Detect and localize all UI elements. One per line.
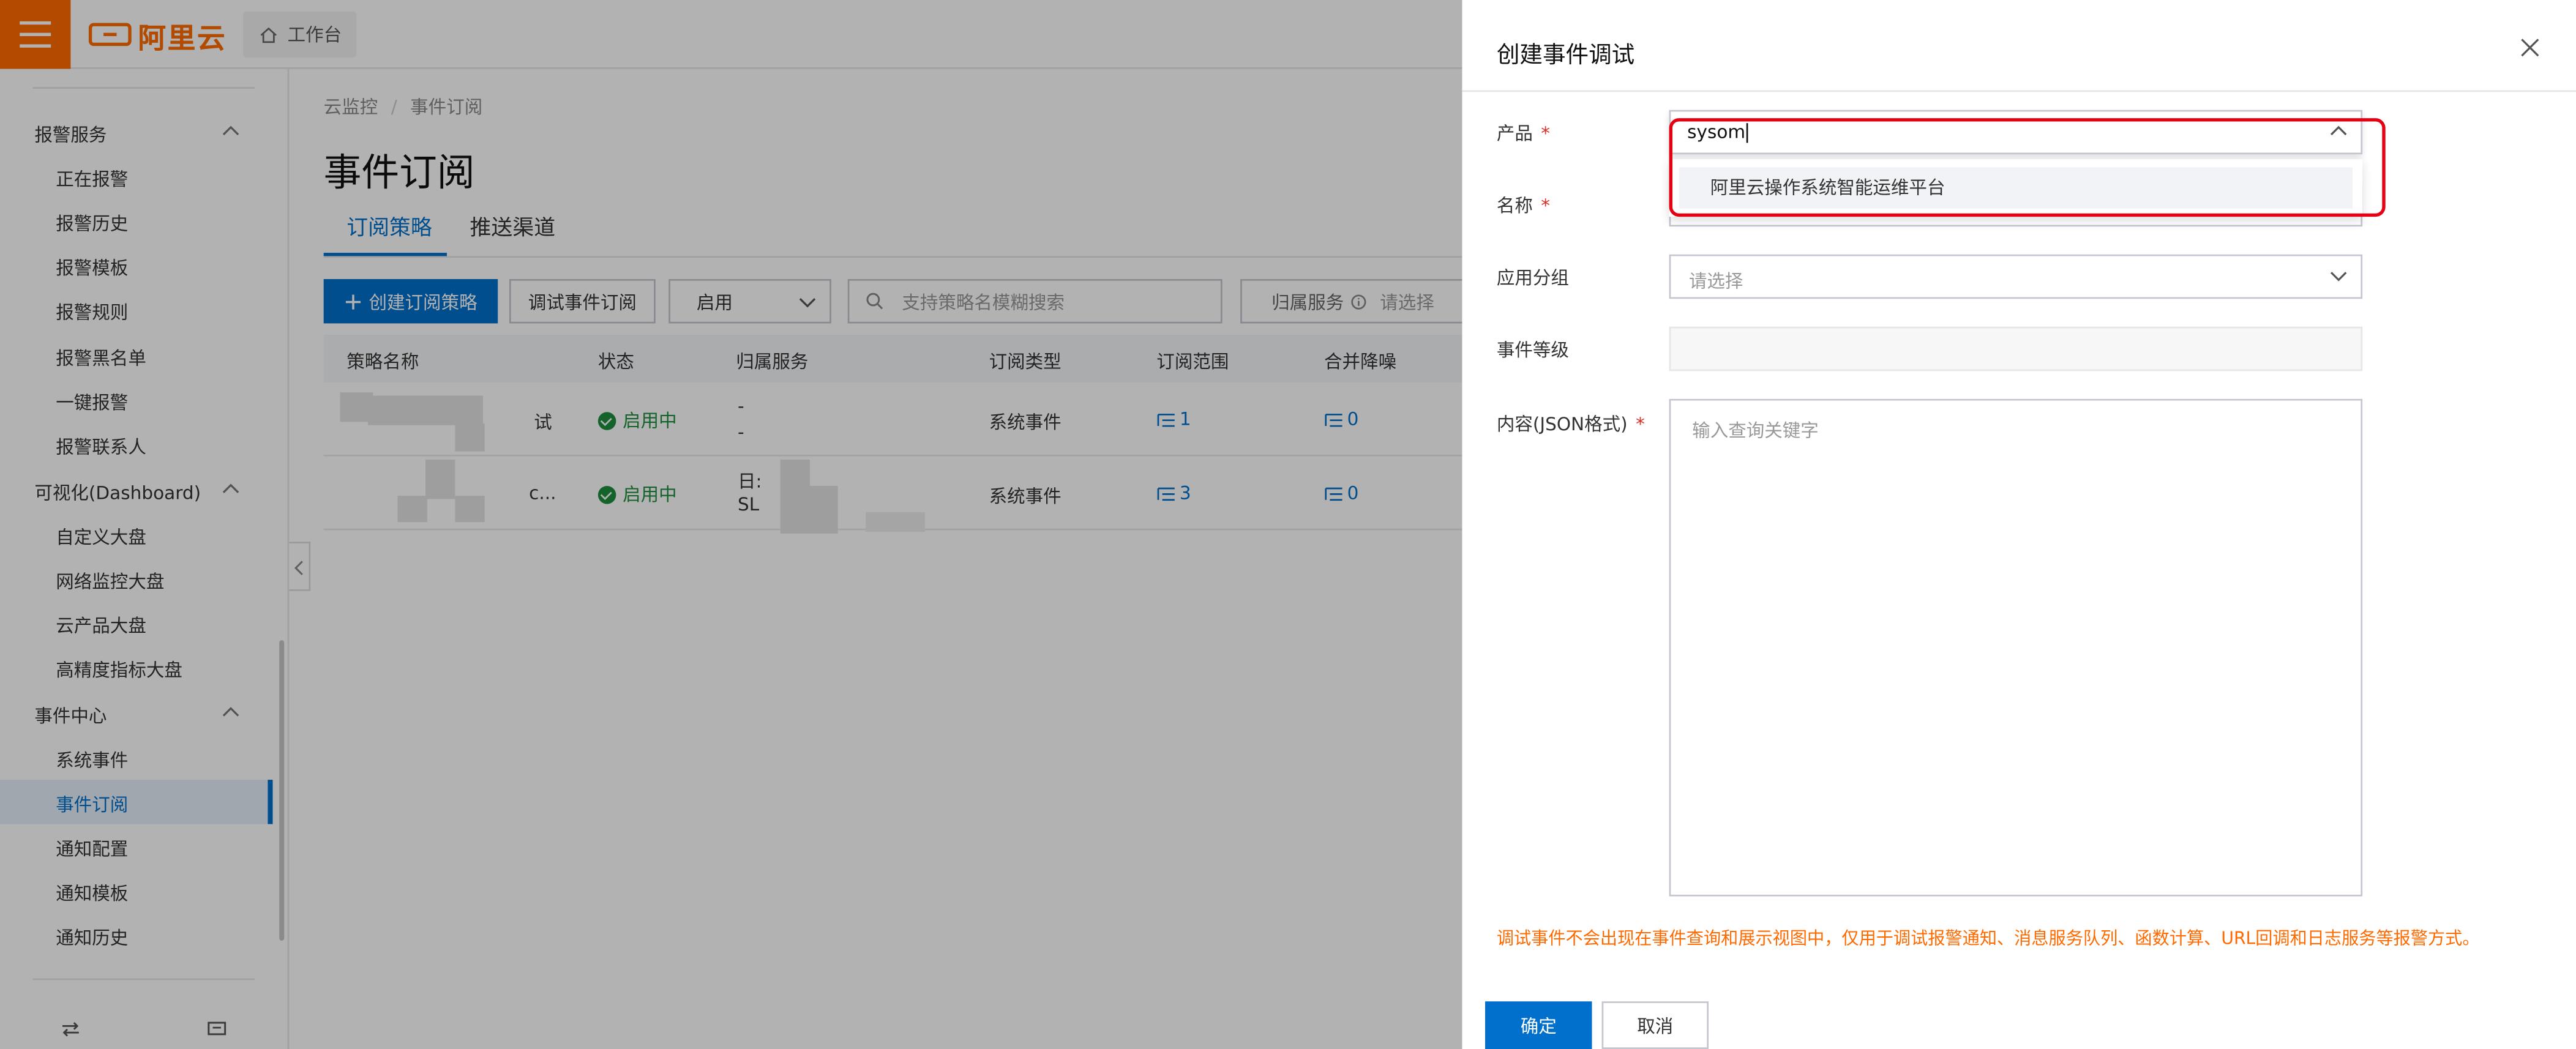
required-mark: * (1541, 195, 1551, 217)
app-group-select[interactable]: 请选择 (1669, 254, 2363, 299)
modal-overlay[interactable] (0, 0, 1462, 1049)
required-mark: * (1636, 413, 1645, 435)
chevron-down-icon (2330, 272, 2347, 282)
group-label: 应用分组 (1496, 267, 1569, 289)
level-label: 事件等级 (1496, 340, 1569, 362)
event-level-field[interactable] (1669, 326, 2363, 371)
annotation-highlight-box (1669, 118, 2386, 217)
drawer-divider (1462, 90, 2576, 92)
required-mark: * (1541, 123, 1551, 145)
drawer-title: 创建事件调试 (1496, 42, 1635, 69)
name-label: 名称 * (1496, 195, 1551, 217)
content-json-textarea[interactable]: 输入查询关键字 (1669, 398, 2363, 897)
debug-notice: 调试事件不会出现在事件查询和展示视图中，仅用于调试报警通知、消息服务队列、函数计… (1496, 929, 2480, 949)
close-icon[interactable] (2520, 38, 2540, 58)
cancel-button[interactable]: 取消 (1601, 1001, 1709, 1049)
product-label: 产品 * (1496, 123, 1551, 145)
create-event-debug-drawer: 创建事件调试 产品 * 名称 * 应用分组 事件等级 内容(JSON格式) * 请选择… (1462, 0, 2576, 1049)
confirm-button[interactable]: 确定 (1485, 1001, 1592, 1049)
content-label: 内容(JSON格式) * (1496, 413, 1645, 435)
